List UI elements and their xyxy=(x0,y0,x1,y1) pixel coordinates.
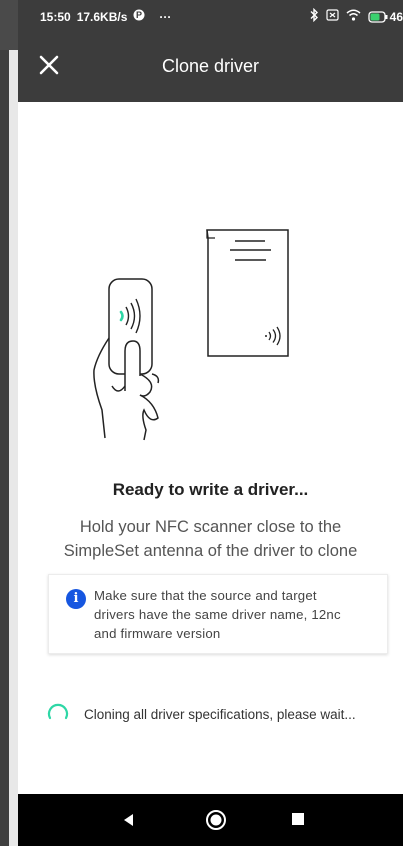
svg-text:P: P xyxy=(136,10,142,20)
loading-spinner-icon xyxy=(47,703,69,720)
instruction-text: Hold your NFC scanner close to the Simpl… xyxy=(18,515,403,563)
status-more-dots: ··· xyxy=(159,9,172,24)
back-button[interactable] xyxy=(118,809,140,831)
sim-off-icon xyxy=(326,9,339,24)
info-line-3: and firmware version xyxy=(94,626,221,641)
wifi-icon xyxy=(346,9,361,24)
recent-apps-button[interactable] xyxy=(290,811,306,827)
instruction-line-1: Hold your NFC scanner close to the xyxy=(79,518,342,536)
hand-holding-scanner-icon xyxy=(93,278,160,441)
status-heading: Ready to write a driver... xyxy=(112,480,309,499)
info-icon: i xyxy=(66,589,86,609)
recent-apps-icon xyxy=(292,813,304,825)
battery-level: 46 xyxy=(389,9,403,24)
status-network-speed: 17.6KB/s xyxy=(76,9,128,24)
driver-document-icon xyxy=(206,229,289,357)
status-bar: 15:50 17.6KB/s P ··· 46 xyxy=(18,0,403,34)
info-line-1: Make sure that the source and target xyxy=(94,588,317,603)
nfc-illustration xyxy=(88,210,328,464)
info-line-2: drivers have the same driver name, 12nc xyxy=(94,607,341,622)
progress-text: Cloning all driver specifications, pleas… xyxy=(84,706,356,722)
page-title: Clone driver xyxy=(161,56,260,76)
pinterest-icon: P xyxy=(133,9,145,24)
status-time: 15:50 xyxy=(40,9,71,24)
system-nav-bar xyxy=(18,794,403,846)
back-icon xyxy=(124,814,133,826)
home-icon xyxy=(206,810,226,830)
app-bar: Clone driver xyxy=(18,34,403,102)
phone-screen: 15:50 17.6KB/s P ··· 46 Clone driver Rea… xyxy=(18,0,403,846)
bluetooth-icon xyxy=(309,7,319,25)
background-app-edge xyxy=(0,0,18,846)
info-message: Make sure that the source and target dri… xyxy=(94,586,384,643)
progress-indicator: Cloning all driver specifications, pleas… xyxy=(46,702,356,726)
instruction-line-2: SimpleSet antenna of the driver to clone xyxy=(63,542,358,560)
battery-icon: 46 xyxy=(367,9,403,24)
info-card: i Make sure that the source and target d… xyxy=(48,574,388,654)
home-button[interactable] xyxy=(204,808,228,832)
